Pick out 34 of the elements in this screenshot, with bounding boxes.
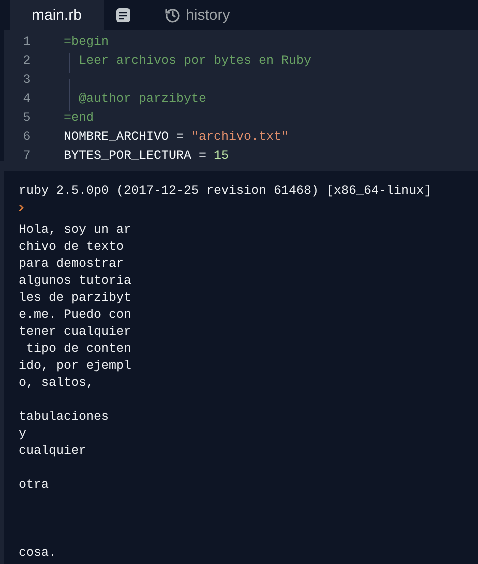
console-output-line: algunos tutoria: [19, 274, 132, 288]
line-number: 3: [22, 72, 32, 86]
tab[interactable]: main.rb: [10, 0, 104, 30]
code-line: =end: [64, 110, 94, 124]
history-icon: [165, 7, 182, 23]
console-output-line: otra: [19, 478, 50, 492]
console-output-line: chivo de texto: [19, 240, 124, 254]
line-number: 5: [22, 110, 32, 124]
line-number: 1: [22, 34, 32, 48]
console-output-line: e.me. Puedo con: [19, 308, 132, 322]
console-output-line: para demostrar: [19, 257, 124, 271]
line-number: 4: [22, 92, 32, 106]
console-output-line: cosa.: [19, 546, 57, 560]
code-line: NOMBRE_ARCHIVO = "archivo.txt": [64, 130, 290, 144]
code-line: BYTES_POR_LECTURA = 15: [64, 148, 230, 162]
line-number: 7: [22, 148, 32, 162]
code-line: =begin: [64, 34, 110, 48]
code-line: Leer archivos por bytes en Ruby: [78, 54, 312, 68]
line-number: 6: [22, 130, 32, 144]
console-output-line: Hola, soy un ar: [19, 223, 132, 237]
prompt-icon: [19, 205, 25, 211]
line-number: 2: [22, 54, 32, 68]
console-output-line: tabulaciones: [19, 410, 110, 424]
tab[interactable]: history: [143, 0, 252, 30]
console-output-line: tener cualquier: [19, 325, 132, 339]
console-output-line: cualquier: [19, 444, 87, 458]
console-output-line: o, saltos,: [19, 376, 94, 390]
console-output-line: les de parzibyt: [19, 291, 132, 305]
console-output-line: ruby 2.5.0p0 (2017-12-25 revision 61468) [x86_64-linux]: [19, 184, 432, 198]
code-line: @author parzibyte: [78, 92, 207, 106]
console-output-line: tipo de conten: [26, 342, 132, 356]
console-output-line: y: [19, 427, 27, 441]
document-icon: [116, 8, 132, 22]
console-output-line: ido, por ejempl: [19, 359, 132, 373]
